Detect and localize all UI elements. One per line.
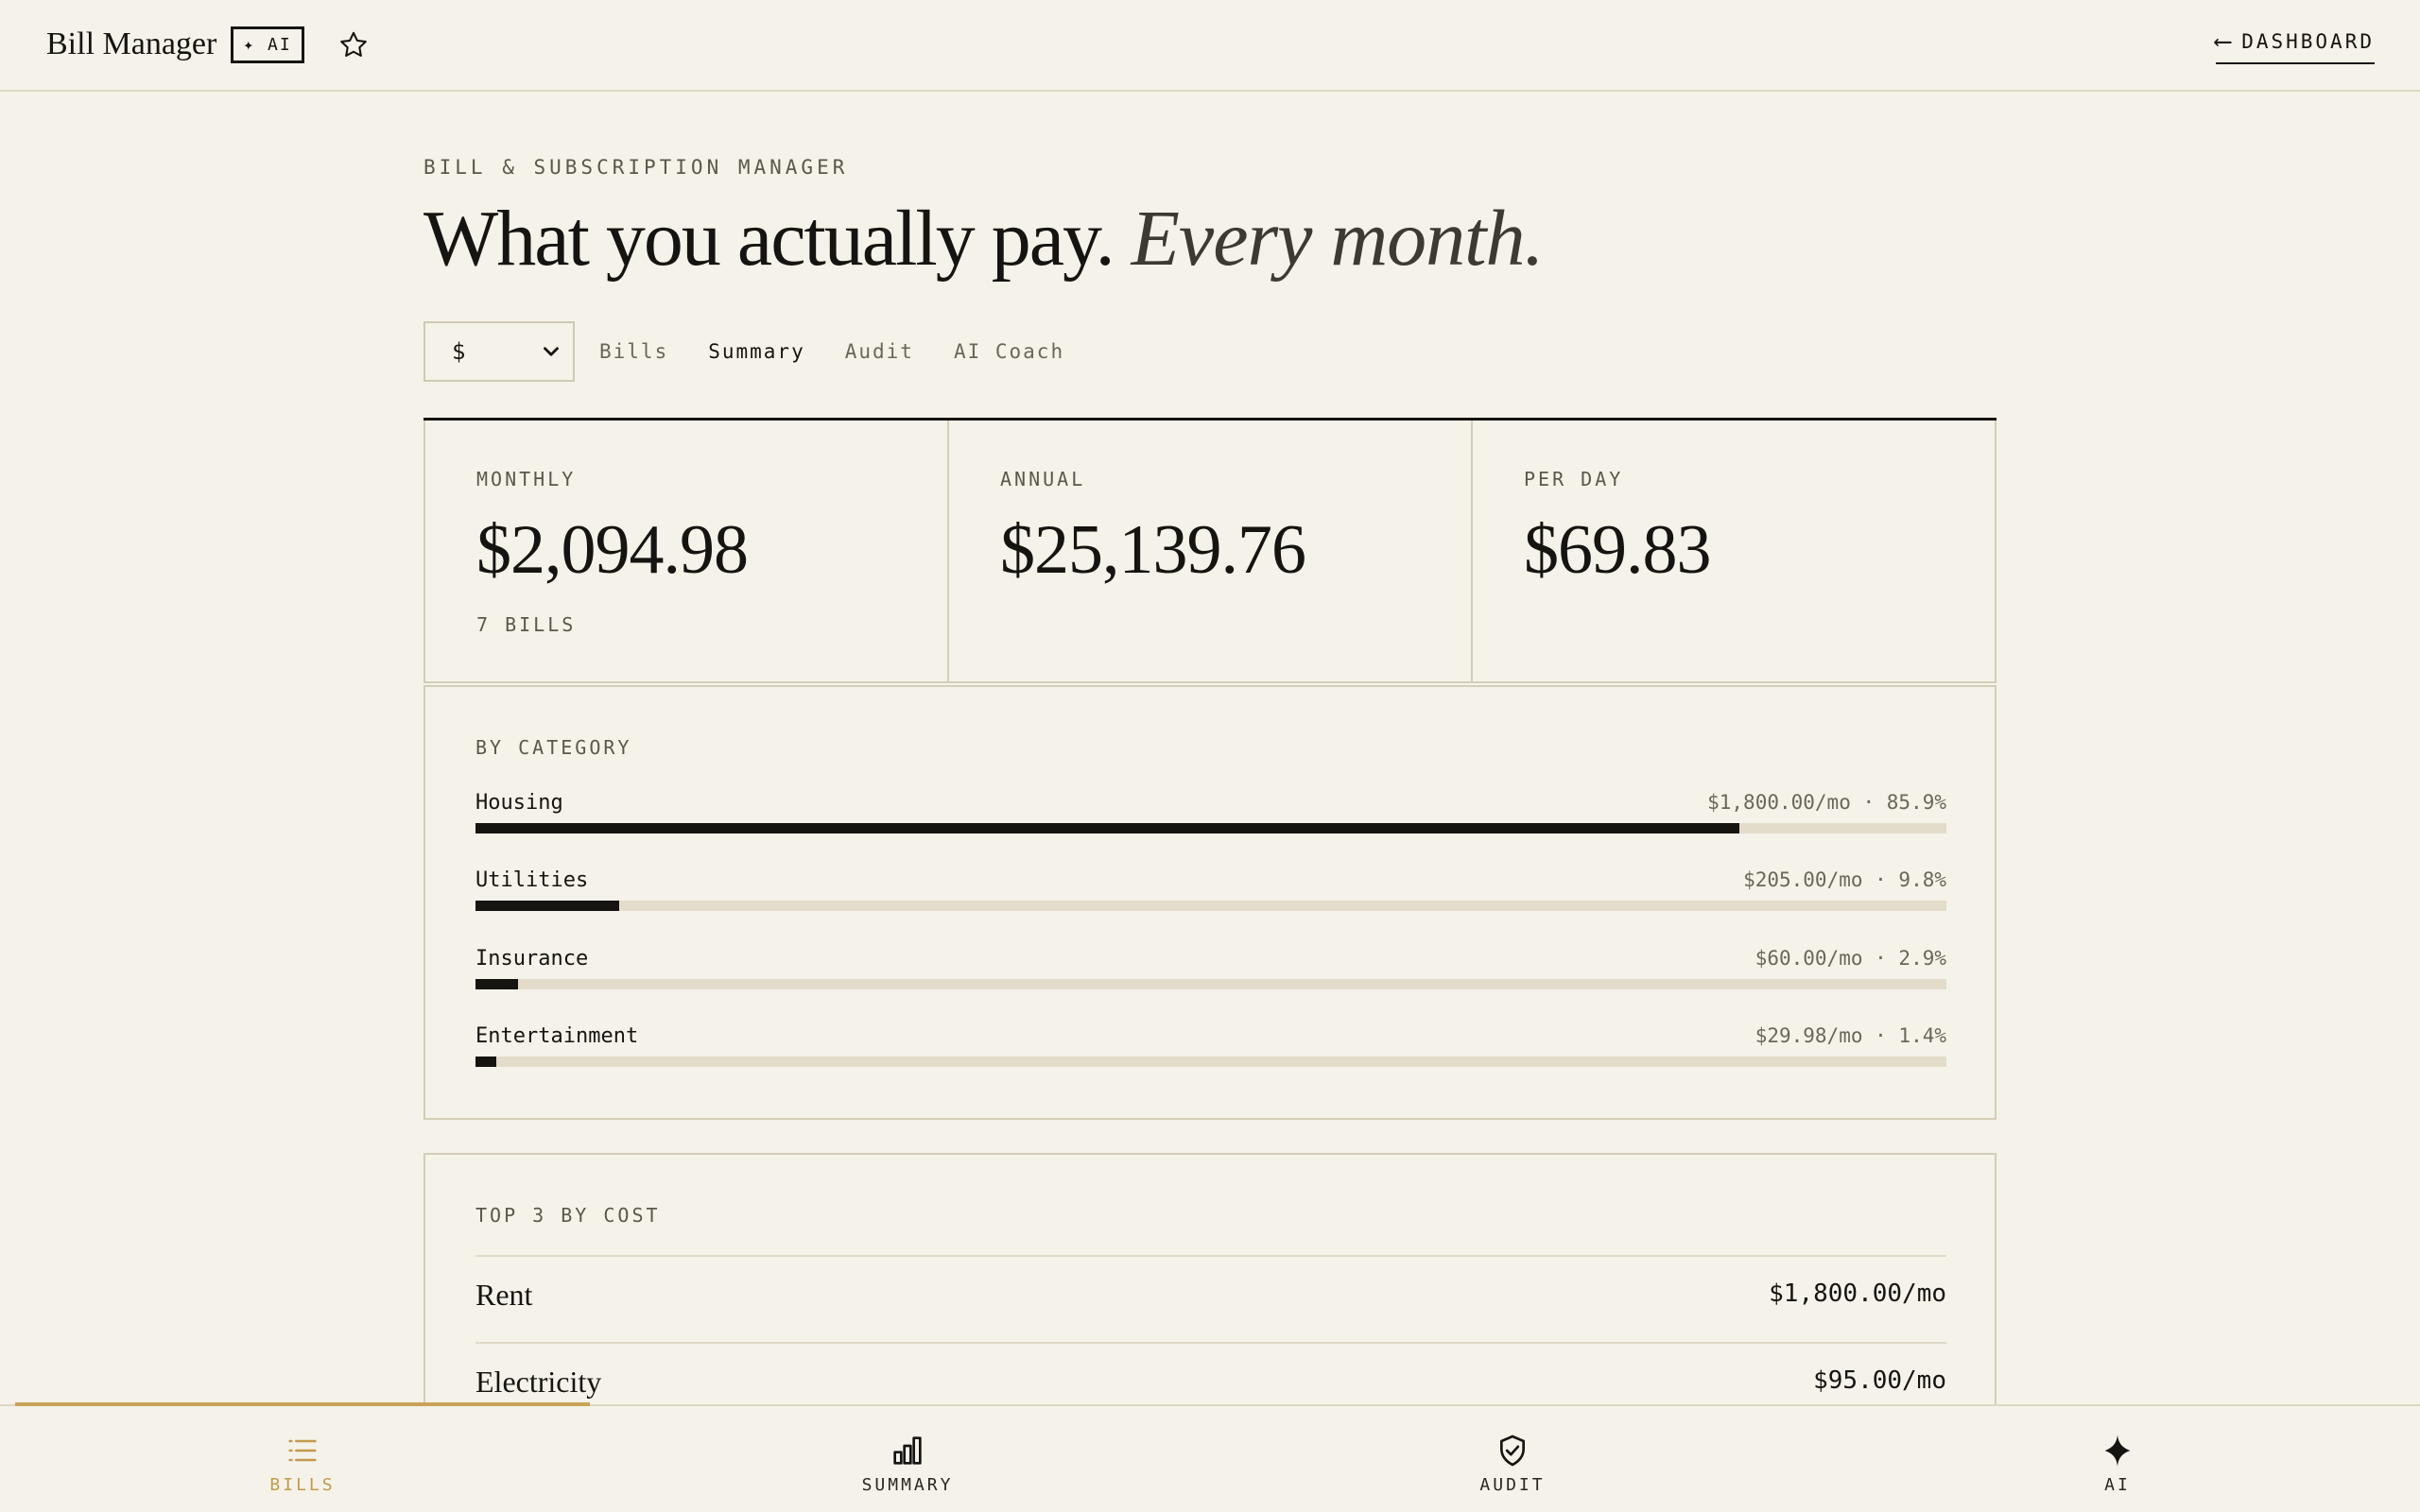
top-bar: Bill Manager ✦ AI ⟵ DASHBOARD (0, 0, 2420, 92)
category-bar-track (475, 901, 1946, 911)
category-amount: $60.00/mo · 2.9% (1754, 947, 1946, 970)
headline-italic: Every month. (1131, 195, 1545, 283)
top-item-name: Rent (475, 1278, 533, 1312)
page-eyebrow: BILL & SUBSCRIPTION MANAGER (424, 156, 849, 179)
category-row: Utilities $205.00/mo · 9.8% (475, 868, 1946, 925)
headline-main: What you actually pay. (424, 195, 1115, 283)
nav-ai-label: AI (2104, 1474, 2131, 1495)
category-panel-label: BY CATEGORY (475, 736, 632, 759)
tab-audit[interactable]: Audit (845, 340, 914, 363)
stat-annual: ANNUAL $25,139.76 (949, 421, 1473, 681)
stat-monthly: MONTHLY $2,094.98 7 BILLS (425, 421, 949, 681)
category-bar-fill (475, 823, 1739, 833)
category-bar-track (475, 1057, 1946, 1067)
ai-badge[interactable]: ✦ AI (231, 26, 304, 63)
app-title: Bill Manager (46, 26, 217, 61)
stat-monthly-value: $2,094.98 (476, 511, 749, 589)
bottom-nav: BILLS SUMMARY AUDIT AI (0, 1402, 2420, 1512)
dashboard-link-label: DASHBOARD (2241, 30, 2375, 53)
stat-per-day-label: PER DAY (1524, 468, 1624, 490)
tab-bills[interactable]: Bills (599, 340, 668, 363)
chevron-down-icon (544, 347, 559, 356)
stat-annual-value: $25,139.76 (1000, 511, 1306, 589)
stat-monthly-label: MONTHLY (476, 468, 577, 490)
top-item-name: Electricity (475, 1365, 602, 1399)
tab-ai-coach[interactable]: AI Coach (954, 340, 1064, 363)
category-amount: $1,800.00/mo · 85.9% (1707, 791, 1946, 814)
sparkle-icon (2104, 1434, 2131, 1467)
controls-row: $ Bills Summary Audit AI Coach (424, 321, 1064, 382)
currency-value: $ (452, 338, 466, 365)
category-bar-fill (475, 901, 620, 911)
category-row: Housing $1,800.00/mo · 85.9% (475, 791, 1946, 848)
category-row: Entertainment $29.98/mo · 1.4% (475, 1024, 1946, 1081)
tab-bar: Bills Summary Audit AI Coach (599, 340, 1064, 363)
top-costs-label: TOP 3 BY COST (475, 1204, 661, 1227)
favorite-button[interactable] (337, 28, 371, 62)
currency-select[interactable]: $ (424, 321, 575, 382)
stat-per-day-value: $69.83 (1524, 511, 1711, 589)
category-amount: $29.98/mo · 1.4% (1754, 1024, 1946, 1047)
shield-check-icon (1500, 1435, 1525, 1466)
top-item-amount: $95.00/mo (1813, 1366, 1946, 1395)
dashboard-link[interactable]: ⟵ DASHBOARD (2215, 25, 2375, 64)
category-panel: BY CATEGORY Housing $1,800.00/mo · 85.9%… (424, 685, 1996, 1120)
list-item[interactable]: Rent $1,800.00/mo (475, 1255, 1946, 1342)
stat-monthly-note: 7 BILLS (476, 613, 577, 636)
nav-audit[interactable]: AUDIT (1210, 1406, 1815, 1512)
top-item-amount: $1,800.00/mo (1769, 1280, 1946, 1308)
category-bar-fill (475, 979, 519, 989)
stat-annual-label: ANNUAL (1000, 468, 1086, 490)
category-name: Entertainment (475, 1024, 639, 1048)
category-bar-track (475, 979, 1946, 989)
nav-bills[interactable]: BILLS (0, 1406, 605, 1512)
nav-bills-label: BILLS (269, 1474, 336, 1495)
tab-summary[interactable]: Summary (708, 340, 805, 363)
arrow-left-icon: ⟵ (2215, 27, 2231, 56)
stat-per-day: PER DAY $69.83 (1473, 421, 1995, 681)
nav-summary[interactable]: SUMMARY (605, 1406, 1210, 1512)
category-name: Utilities (475, 868, 589, 892)
star-icon (340, 31, 367, 57)
category-bar-fill (475, 1057, 496, 1067)
bar-chart-icon (893, 1435, 922, 1465)
category-row: Insurance $60.00/mo · 2.9% (475, 947, 1946, 1004)
nav-summary-label: SUMMARY (861, 1474, 954, 1495)
category-name: Insurance (475, 947, 589, 971)
nav-audit-label: AUDIT (1479, 1474, 1546, 1495)
category-name: Housing (475, 791, 563, 815)
nav-ai[interactable]: AI (1815, 1406, 2420, 1512)
stats-row: MONTHLY $2,094.98 7 BILLS ANNUAL $25,139… (424, 421, 1996, 683)
category-bar-track (475, 823, 1946, 833)
page-title: What you actually pay. Every month. (424, 187, 1545, 291)
category-amount: $205.00/mo · 9.8% (1743, 868, 1946, 891)
list-icon (288, 1439, 317, 1461)
